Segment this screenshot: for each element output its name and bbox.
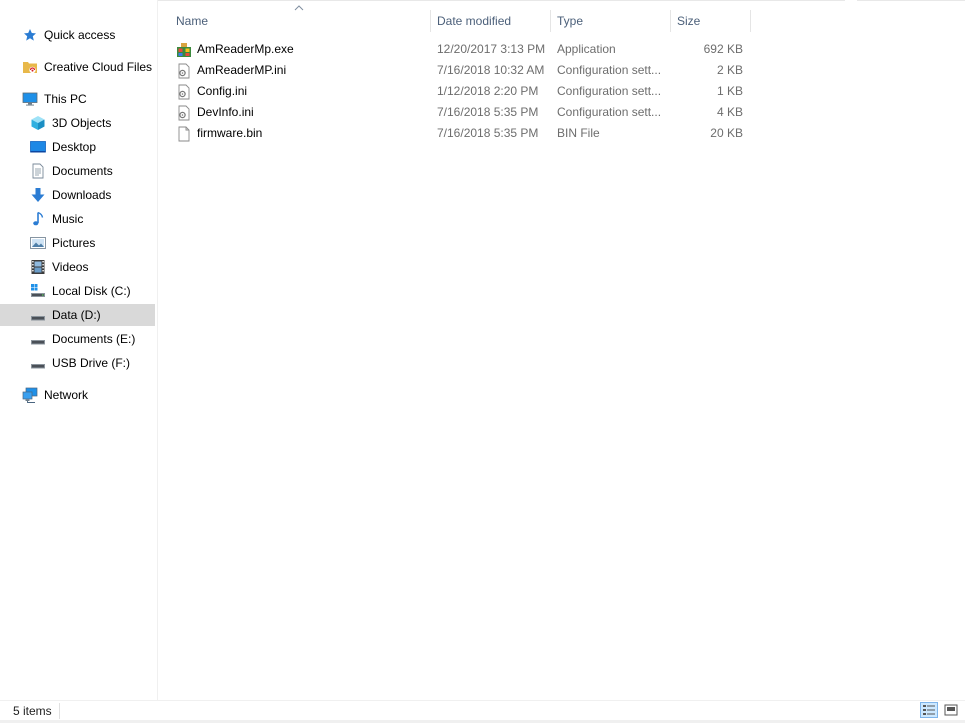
- desktop-icon: [30, 139, 46, 155]
- nav-item-documents-e[interactable]: Documents (E:): [0, 328, 155, 350]
- file-date: 7/16/2018 5:35 PM: [437, 105, 539, 119]
- top-border: [105, 0, 845, 1]
- star-icon: [22, 27, 38, 43]
- file-date: 7/16/2018 10:32 AM: [437, 63, 545, 77]
- file-row[interactable]: DevInfo.ini 7/16/2018 5:35 PM Configurat…: [172, 102, 750, 123]
- column-divider[interactable]: [750, 10, 751, 32]
- pictures-icon: [30, 235, 46, 251]
- column-header-type[interactable]: Type: [551, 10, 670, 32]
- details-view-button[interactable]: [920, 702, 938, 718]
- drive-icon: [30, 331, 46, 347]
- nav-item-pictures[interactable]: Pictures: [0, 232, 155, 254]
- nav-label: Desktop: [52, 140, 97, 154]
- column-header-size[interactable]: Size: [671, 10, 750, 32]
- nav-item-creative-cloud-files[interactable]: Creative Cloud Files: [0, 56, 155, 78]
- documents-icon: [30, 163, 46, 179]
- file-type: Configuration sett...: [557, 105, 662, 119]
- nav-item-quick-access[interactable]: Quick access: [0, 24, 155, 46]
- blank-file-icon: [176, 126, 192, 142]
- column-header-date-modified[interactable]: Date modified: [431, 10, 550, 32]
- file-name: Config.ini: [197, 84, 248, 98]
- large-icons-view-icon: [944, 704, 958, 716]
- nav-item-music[interactable]: Music: [0, 208, 155, 230]
- file-name-cell: Config.ini: [176, 81, 430, 102]
- film-icon: [30, 259, 46, 275]
- config-file-icon: [176, 84, 192, 100]
- application-exe-icon: [176, 42, 192, 58]
- file-name-cell: AmReaderMp.exe: [176, 39, 430, 60]
- nav-item-videos[interactable]: Videos: [0, 256, 155, 278]
- nav-label: 3D Objects: [52, 116, 112, 130]
- nav-item-network[interactable]: Network: [0, 384, 155, 406]
- file-name-cell: firmware.bin: [176, 123, 430, 144]
- computer-icon: [22, 91, 38, 107]
- file-date: 1/12/2018 2:20 PM: [437, 84, 539, 98]
- file-size: 692 KB: [703, 42, 743, 56]
- nav-label: Downloads: [52, 188, 112, 202]
- drive-icon: [30, 355, 46, 371]
- file-row[interactable]: Config.ini 1/12/2018 2:20 PM Configurati…: [172, 81, 750, 102]
- file-name-cell: DevInfo.ini: [176, 102, 430, 123]
- network-icon: [22, 387, 38, 403]
- file-name: firmware.bin: [197, 126, 263, 140]
- nav-label: Documents: [52, 164, 113, 178]
- creative-cloud-folder-icon: [22, 59, 38, 75]
- file-type: BIN File: [557, 126, 600, 140]
- large-icons-view-button[interactable]: [942, 702, 960, 718]
- download-arrow-icon: [30, 187, 46, 203]
- nav-item-downloads[interactable]: Downloads: [0, 184, 155, 206]
- music-note-icon: [30, 211, 46, 227]
- windows-drive-icon: [30, 283, 46, 299]
- status-divider: [59, 703, 60, 719]
- status-bar-border: [0, 700, 965, 701]
- nav-item-usb-drive-f[interactable]: USB Drive (F:): [0, 352, 155, 374]
- file-size: 2 KB: [716, 63, 743, 77]
- nav-item-data-d[interactable]: Data (D:): [0, 304, 155, 326]
- drive-icon: [30, 307, 46, 323]
- config-file-icon: [176, 63, 192, 79]
- nav-label: Quick access: [44, 28, 116, 42]
- nav-item-this-pc[interactable]: This PC: [0, 88, 155, 110]
- top-border-right: [857, 0, 965, 1]
- nav-item-desktop[interactable]: Desktop: [0, 136, 155, 158]
- nav-label: Network: [44, 388, 89, 402]
- file-row[interactable]: AmReaderMP.ini 7/16/2018 10:32 AM Config…: [172, 60, 750, 81]
- file-size: 1 KB: [716, 84, 743, 98]
- nav-label: Documents (E:): [52, 332, 136, 346]
- nav-pane-divider[interactable]: [157, 0, 158, 700]
- nav-label: Data (D:): [52, 308, 101, 322]
- details-view-icon: [923, 705, 935, 715]
- nav-item-documents[interactable]: Documents: [0, 160, 155, 182]
- file-type: Configuration sett...: [557, 63, 662, 77]
- file-row[interactable]: AmReaderMp.exe 12/20/2017 3:13 PM Applic…: [172, 39, 750, 60]
- file-date: 7/16/2018 5:35 PM: [437, 126, 539, 140]
- navigation-pane: Quick access Creative Cloud Files This P…: [0, 0, 157, 700]
- file-date: 12/20/2017 3:13 PM: [437, 42, 546, 56]
- file-name-cell: AmReaderMP.ini: [176, 60, 430, 81]
- nav-label: USB Drive (F:): [52, 356, 130, 370]
- cube-icon: [30, 115, 46, 131]
- nav-label: Creative Cloud Files: [44, 60, 153, 74]
- file-size: 4 KB: [716, 105, 743, 119]
- nav-item-3d-objects[interactable]: 3D Objects: [0, 112, 155, 134]
- nav-label: Pictures: [52, 236, 96, 250]
- file-type: Configuration sett...: [557, 84, 662, 98]
- nav-item-local-disk-c[interactable]: Local Disk (C:): [0, 280, 155, 302]
- nav-label: Local Disk (C:): [52, 284, 131, 298]
- nav-label: Videos: [52, 260, 89, 274]
- file-row[interactable]: firmware.bin 7/16/2018 5:35 PM BIN File …: [172, 123, 750, 144]
- nav-label: Music: [52, 212, 84, 226]
- nav-label: This PC: [44, 92, 87, 106]
- file-name: AmReaderMp.exe: [197, 42, 294, 56]
- config-file-icon: [176, 105, 192, 121]
- file-type: Application: [557, 42, 616, 56]
- file-name: AmReaderMP.ini: [197, 63, 287, 77]
- file-size: 20 KB: [710, 126, 743, 140]
- column-header-name[interactable]: Name: [170, 10, 430, 32]
- item-count: 5 items: [13, 704, 52, 718]
- file-name: DevInfo.ini: [197, 105, 254, 119]
